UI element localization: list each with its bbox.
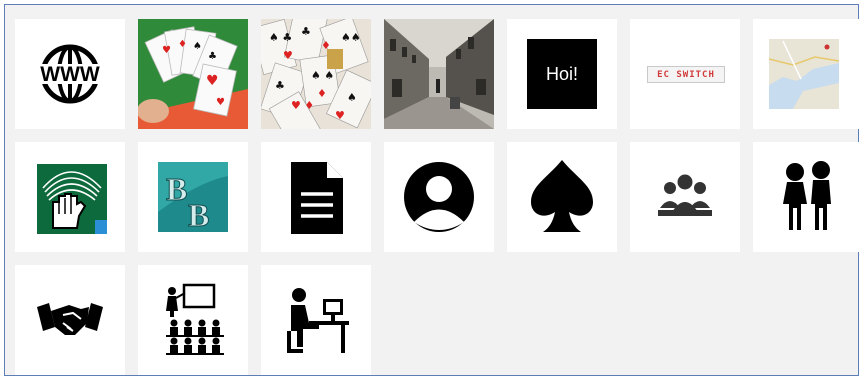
svg-text:♦: ♦ [317, 87, 327, 100]
svg-text:♥: ♥ [216, 97, 225, 108]
handshake-icon [37, 303, 103, 335]
bridge-hand-logo-tile[interactable] [15, 142, 125, 252]
www-text: WWW [40, 63, 100, 86]
svg-text:♣: ♣ [275, 79, 285, 92]
svg-text:♠ ♠: ♠ ♠ [311, 69, 334, 82]
cards-hand-tile[interactable]: ♥ ♦ ♥ ♥ ♠ ♣ [138, 19, 248, 129]
ec-switch-label: EC SWITCH [647, 66, 725, 83]
street-photo-tile[interactable] [384, 19, 494, 129]
user-tile[interactable] [384, 142, 494, 252]
group-people-icon [658, 174, 712, 216]
handshake-tile[interactable] [15, 265, 125, 375]
www-tile[interactable]: WWW [15, 19, 125, 129]
document-tile[interactable] [261, 142, 371, 252]
svg-text:♠: ♠ [347, 91, 357, 104]
svg-text:♣: ♣ [301, 25, 311, 38]
user-avatar-icon [404, 162, 474, 232]
document-icon [291, 162, 343, 234]
bridge-hand-logo-icon [37, 164, 107, 234]
svg-text:♥: ♥ [162, 45, 171, 56]
spade-icon [531, 160, 593, 232]
computer-user-tile[interactable] [261, 265, 371, 375]
cards-pile-image: ♠ ♣ ♣ ♠♠ ♠ ♠♣♠ ♥♦♥ ♦ ♥♦ [261, 19, 371, 129]
classroom-tile[interactable] [138, 265, 248, 375]
classroom-presentation-icon [166, 283, 224, 355]
map-image [768, 39, 840, 109]
icon-grid: WWW ♥ ♦ ♥ ♥ ♠ ♣ ♠ ♣ ♣ ♠♠ ♠ ♠ ♣ ♠ ♥ ♦ ♥ ♦… [4, 4, 863, 376]
group-tile[interactable] [630, 142, 740, 252]
computer-user-icon [287, 288, 349, 353]
hoi-label: Hoi! [527, 39, 597, 109]
street-photo-image [384, 19, 494, 129]
spade-tile[interactable] [507, 142, 617, 252]
children-silhouette-icon [783, 161, 831, 230]
map-tile[interactable] [753, 19, 863, 129]
svg-text:♥: ♥ [335, 109, 345, 122]
svg-text:♥ ♦: ♥ ♦ [291, 99, 314, 112]
bb-logo-icon: B B [158, 162, 228, 234]
svg-text:♠ ♣: ♠ ♣ [269, 31, 292, 44]
cards-pile-tile[interactable]: ♠ ♣ ♣ ♠♠ ♠ ♠ ♣ ♠ ♥ ♦ ♥ ♦ ♥ ♦ [261, 19, 371, 129]
hoi-tile[interactable]: Hoi! [507, 19, 617, 129]
svg-text:♥: ♥ [283, 49, 293, 62]
www-globe-icon: WWW [29, 44, 111, 104]
svg-text:B: B [188, 197, 209, 233]
children-tile[interactable] [753, 142, 863, 252]
svg-text:♥: ♥ [206, 73, 219, 89]
ec-switch-tile[interactable]: EC SWITCH [630, 19, 740, 129]
svg-text:♣: ♣ [208, 51, 217, 62]
bb-logo-tile[interactable]: B B [138, 142, 248, 252]
svg-text:B: B [166, 171, 187, 207]
svg-text:♦: ♦ [178, 39, 187, 50]
svg-text:♠♠: ♠♠ [341, 31, 361, 44]
svg-text:♠: ♠ [193, 41, 202, 52]
cards-hand-image: ♥ ♦ ♥ ♥ ♠ ♣ [138, 19, 248, 129]
